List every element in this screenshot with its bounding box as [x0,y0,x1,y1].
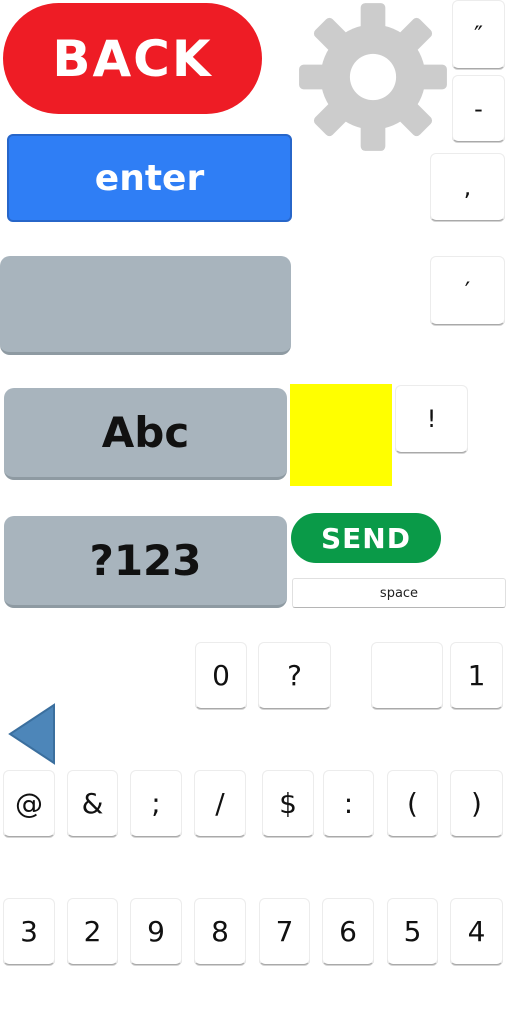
key-8[interactable]: 8 [194,898,246,965]
numbers-button[interactable]: ?123 [4,516,287,608]
left-arrow-icon[interactable] [8,703,56,765]
blank-button[interactable] [0,256,291,355]
gear-icon[interactable] [296,0,450,154]
enter-button[interactable]: enter [7,134,292,222]
dollar-key[interactable]: $ [262,770,314,837]
question-key[interactable]: ? [258,642,331,709]
exclamation-key[interactable]: ! [395,385,468,453]
yellow-square [290,384,392,486]
send-button[interactable]: SEND [291,513,441,563]
empty-key[interactable] [371,642,443,709]
at-key[interactable]: @ [3,770,55,837]
key-0[interactable]: 0 [195,642,247,709]
back-button[interactable]: BACK [3,3,262,114]
colon-key[interactable]: : [323,770,374,837]
key-5[interactable]: 5 [387,898,438,965]
abc-button[interactable]: Abc [4,388,287,480]
slash-key[interactable]: / [194,770,246,837]
space-key[interactable]: space [292,578,506,608]
prime-key[interactable]: ′ [430,256,505,325]
key-4[interactable]: 4 [450,898,503,965]
key-1[interactable]: 1 [450,642,503,709]
semicolon-key[interactable]: ; [130,770,182,837]
key-9[interactable]: 9 [130,898,182,965]
ampersand-key[interactable]: & [67,770,118,837]
key-3[interactable]: 3 [3,898,55,965]
key-6[interactable]: 6 [322,898,374,965]
hyphen-key[interactable]: - [452,75,505,142]
key-7[interactable]: 7 [259,898,310,965]
right-paren-key[interactable]: ) [450,770,503,837]
double-prime-key[interactable]: ″ [452,0,505,69]
comma-key[interactable]: , [430,153,505,221]
key-2[interactable]: 2 [67,898,118,965]
left-paren-key[interactable]: ( [387,770,438,837]
